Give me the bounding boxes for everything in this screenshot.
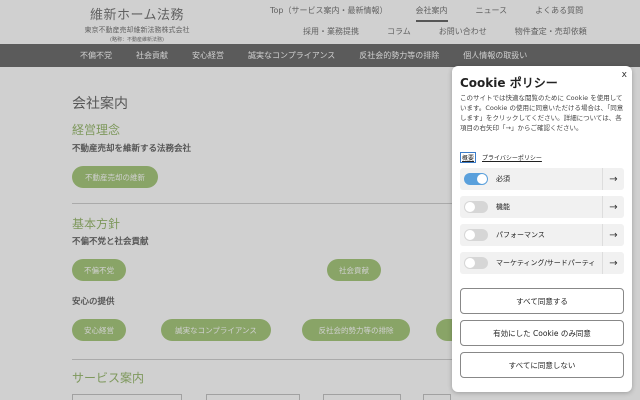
toggle-knob xyxy=(465,258,475,268)
cookie-overview-link[interactable]: 概要 xyxy=(460,152,477,163)
cookie-panel-title: Cookie ポリシー xyxy=(460,76,558,90)
cookie-category-required[interactable]: 必須 → xyxy=(460,168,624,190)
modal-backdrop-top xyxy=(0,0,640,67)
privacy-policy-link[interactable]: プライバシーポリシー xyxy=(482,153,542,162)
cookie-category-marketing[interactable]: マーケティング/サードパーティ → xyxy=(460,252,624,274)
cookie-category-label: 必須 xyxy=(496,175,510,183)
cookie-category-label: 機能 xyxy=(496,203,510,211)
cookie-category-performance[interactable]: パフォーマンス → xyxy=(460,224,624,246)
arrow-right-icon[interactable]: → xyxy=(602,168,624,190)
cookie-description: このサイトでは快適な閲覧のために Cookie を使用しています。Cookie … xyxy=(460,94,624,132)
toggle-switch-performance[interactable] xyxy=(464,229,488,241)
cookie-policy-panel: Cookie ポリシー x このサイトでは快適な閲覧のために Cookie を使… xyxy=(452,66,632,392)
toggle-switch-required[interactable] xyxy=(464,173,488,185)
cookie-links: 概要 プライバシーポリシー xyxy=(460,152,542,163)
accept-all-button[interactable]: すべて同意する xyxy=(460,288,624,314)
toggle-switch-marketing[interactable] xyxy=(464,257,488,269)
cookie-category-label: パフォーマンス xyxy=(496,231,545,239)
accept-selected-button[interactable]: 有効にした Cookie のみ同意 xyxy=(460,320,624,346)
arrow-right-icon[interactable]: → xyxy=(602,196,624,218)
toggle-knob xyxy=(465,202,475,212)
toggle-knob xyxy=(477,174,487,184)
reject-all-button[interactable]: すべてに同意しない xyxy=(460,352,624,378)
toggle-knob xyxy=(465,230,475,240)
arrow-right-icon[interactable]: → xyxy=(602,224,624,246)
cookie-category-label: マーケティング/サードパーティ xyxy=(496,259,596,267)
arrow-right-icon[interactable]: → xyxy=(602,252,624,274)
toggle-switch-functional[interactable] xyxy=(464,201,488,213)
cookie-category-functional[interactable]: 機能 → xyxy=(460,196,624,218)
close-icon[interactable]: x xyxy=(622,70,627,80)
